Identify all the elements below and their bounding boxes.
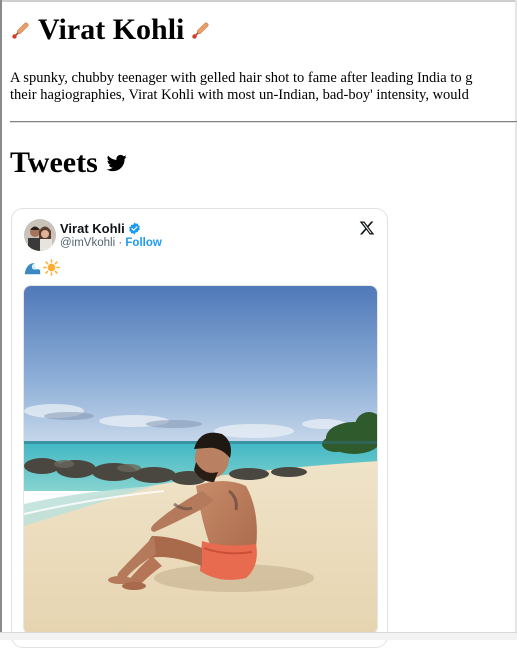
author-handle[interactable]: @imVkohli xyxy=(60,237,115,249)
bio-line: A spunky, chubby teenager with gelled ha… xyxy=(10,70,473,86)
bio-line: their hagiographies, Virat Kohli with mo… xyxy=(10,87,469,103)
verified-badge-icon xyxy=(128,222,141,235)
follow-link[interactable]: Follow xyxy=(125,237,161,249)
page-title-row: Virat Kohli xyxy=(10,10,212,50)
author-handle-row: @imVkohli · Follow xyxy=(60,237,162,249)
window-bottom-edge xyxy=(0,632,517,640)
tweet-media-photo[interactable] xyxy=(23,285,378,635)
tweets-section-heading: Tweets xyxy=(10,145,128,181)
window-top-edge xyxy=(0,0,517,2)
sun-emoji xyxy=(43,259,60,276)
cricket-bat-icon xyxy=(190,19,212,41)
x-logo-icon[interactable] xyxy=(359,220,375,236)
horizontal-rule xyxy=(10,121,517,123)
author-avatar[interactable] xyxy=(24,219,56,251)
author-name[interactable]: Virat Kohli xyxy=(60,221,125,236)
cricket-bat-icon xyxy=(10,19,32,41)
author-name-row: Virat Kohli xyxy=(60,221,141,236)
twitter-bird-icon xyxy=(106,153,128,173)
handle-separator: · xyxy=(118,237,123,249)
window-left-edge xyxy=(0,0,2,640)
water-wave-emoji xyxy=(24,259,41,276)
embedded-tweet-card[interactable]: Virat Kohli @imVkohli · Follow xyxy=(11,208,388,648)
bio-paragraph: A spunky, chubby teenager with gelled ha… xyxy=(10,70,517,106)
page-title: Virat Kohli xyxy=(38,13,185,46)
tweets-heading-label: Tweets xyxy=(10,146,98,179)
tweet-text xyxy=(24,259,60,276)
